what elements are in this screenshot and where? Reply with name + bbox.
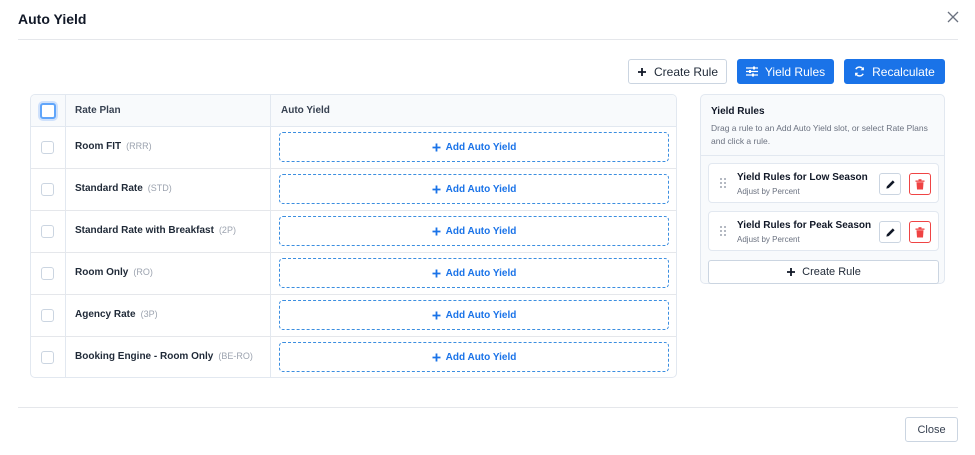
yield-rules-panel: Yield Rules Drag a rule to an Add Auto Y… [700, 94, 945, 284]
rate-plan-name: Room FIT (RRR) [75, 141, 152, 152]
modal-title: Auto Yield [18, 11, 87, 27]
column-header-rate-plan: Rate Plan [75, 105, 121, 116]
drag-handle-icon[interactable] [720, 226, 726, 236]
row-checkbox[interactable] [41, 141, 54, 154]
rule-card[interactable]: Yield Rules for Low Season Adjust by Per… [708, 163, 939, 203]
drag-handle-icon[interactable] [720, 178, 726, 188]
yield-rules-label: Yield Rules [764, 64, 826, 79]
refresh-icon [855, 66, 865, 77]
add-auto-yield-button[interactable]: Add Auto Yield [279, 258, 669, 288]
select-all-checkbox[interactable] [40, 103, 56, 119]
delete-rule-button[interactable] [909, 173, 931, 195]
plus-icon [432, 269, 441, 277]
trash-icon [915, 226, 925, 237]
table-row: Standard Rate with Breakfast (2P) Add Aut… [31, 211, 676, 253]
create-rule-button[interactable]: Create Rule [628, 59, 727, 84]
create-rule-label: Create Rule [653, 64, 719, 79]
add-auto-yield-label: Add Auto Yield [445, 267, 517, 279]
column-header-auto-yield: Auto Yield [281, 105, 330, 116]
pencil-icon [885, 227, 895, 237]
table-row: Booking Engine - Room Only (BE-RO) Add Au… [31, 337, 676, 377]
plus-icon [432, 185, 441, 193]
add-auto-yield-button[interactable]: Add Auto Yield [279, 174, 669, 204]
panel-divider [701, 155, 944, 156]
rate-plan-name: Agency Rate (3P) [75, 309, 158, 320]
add-auto-yield-label: Add Auto Yield [445, 141, 517, 153]
add-auto-yield-label: Add Auto Yield [445, 309, 517, 321]
add-auto-yield-button[interactable]: Add Auto Yield [279, 216, 669, 246]
sliders-icon [745, 66, 758, 77]
table-row: Standard Rate (STD) Add Auto Yield [31, 169, 676, 211]
row-checkbox[interactable] [41, 183, 54, 196]
add-auto-yield-button[interactable]: Add Auto Yield [279, 132, 669, 162]
table-row: Room Only (RO) Add Auto Yield [31, 253, 676, 295]
yield-rules-button[interactable]: Yield Rules [737, 59, 834, 84]
rule-subtitle: Adjust by Percent [737, 235, 800, 244]
plus-icon [432, 143, 441, 151]
rule-subtitle: Adjust by Percent [737, 187, 800, 196]
rate-plan-code: (BE-RO) [218, 351, 253, 361]
table-header: Rate Plan Auto Yield [31, 95, 676, 127]
panel-title: Yield Rules [711, 106, 765, 117]
row-checkbox[interactable] [41, 309, 54, 322]
recalculate-label: Recalculate [872, 64, 935, 79]
table-row: Room FIT (RRR) Add Auto Yield [31, 127, 676, 169]
footer-divider [18, 407, 958, 408]
rate-plan-name: Standard Rate (STD) [75, 183, 172, 194]
rate-plan-code: (RO) [133, 267, 153, 277]
rule-name: Yield Rules for Low Season [737, 172, 868, 183]
panel-description: Drag a rule to an Add Auto Yield slot, o… [711, 123, 928, 146]
row-checkbox[interactable] [41, 351, 54, 364]
row-checkbox[interactable] [41, 225, 54, 238]
edit-rule-button[interactable] [879, 173, 901, 195]
plus-icon [637, 67, 646, 76]
plus-icon [432, 227, 441, 235]
recalculate-button[interactable]: Recalculate [844, 59, 945, 84]
rate-plan-name: Booking Engine - Room Only (BE-RO) [75, 351, 253, 362]
add-auto-yield-button[interactable]: Add Auto Yield [279, 300, 669, 330]
rate-plan-code: (3P) [140, 309, 158, 319]
rule-name: Yield Rules for Peak Season [737, 220, 872, 231]
table-row: Agency Rate (3P) Add Auto Yield [31, 295, 676, 337]
pencil-icon [885, 179, 895, 189]
row-checkbox[interactable] [41, 267, 54, 280]
rule-card[interactable]: Yield Rules for Peak Season Adjust by Pe… [708, 211, 939, 251]
rate-plan-name: Room Only (RO) [75, 267, 153, 278]
panel-create-rule-label: Create Rule [802, 266, 861, 278]
trash-icon [915, 178, 925, 189]
delete-rule-button[interactable] [909, 221, 931, 243]
rate-plan-code: (2P) [218, 225, 236, 235]
add-auto-yield-label: Add Auto Yield [445, 183, 517, 195]
header-divider [18, 39, 958, 40]
plus-icon [787, 268, 796, 276]
add-auto-yield-button[interactable]: Add Auto Yield [279, 342, 669, 372]
add-auto-yield-label: Add Auto Yield [445, 225, 517, 237]
rate-plan-name: Standard Rate with Breakfast (2P) [75, 225, 236, 236]
close-button[interactable]: Close [905, 417, 958, 442]
rate-plan-code: (RRR) [126, 141, 152, 151]
rate-plan-code: (STD) [147, 183, 172, 193]
plus-icon [432, 311, 441, 319]
plus-icon [432, 353, 441, 361]
edit-rule-button[interactable] [879, 221, 901, 243]
panel-create-rule-button[interactable]: Create Rule [708, 260, 939, 284]
add-auto-yield-label: Add Auto Yield [445, 351, 517, 363]
rate-plan-table: Rate Plan Auto Yield Room FIT (RRR) Add A… [30, 94, 677, 378]
close-icon[interactable] [946, 10, 962, 26]
